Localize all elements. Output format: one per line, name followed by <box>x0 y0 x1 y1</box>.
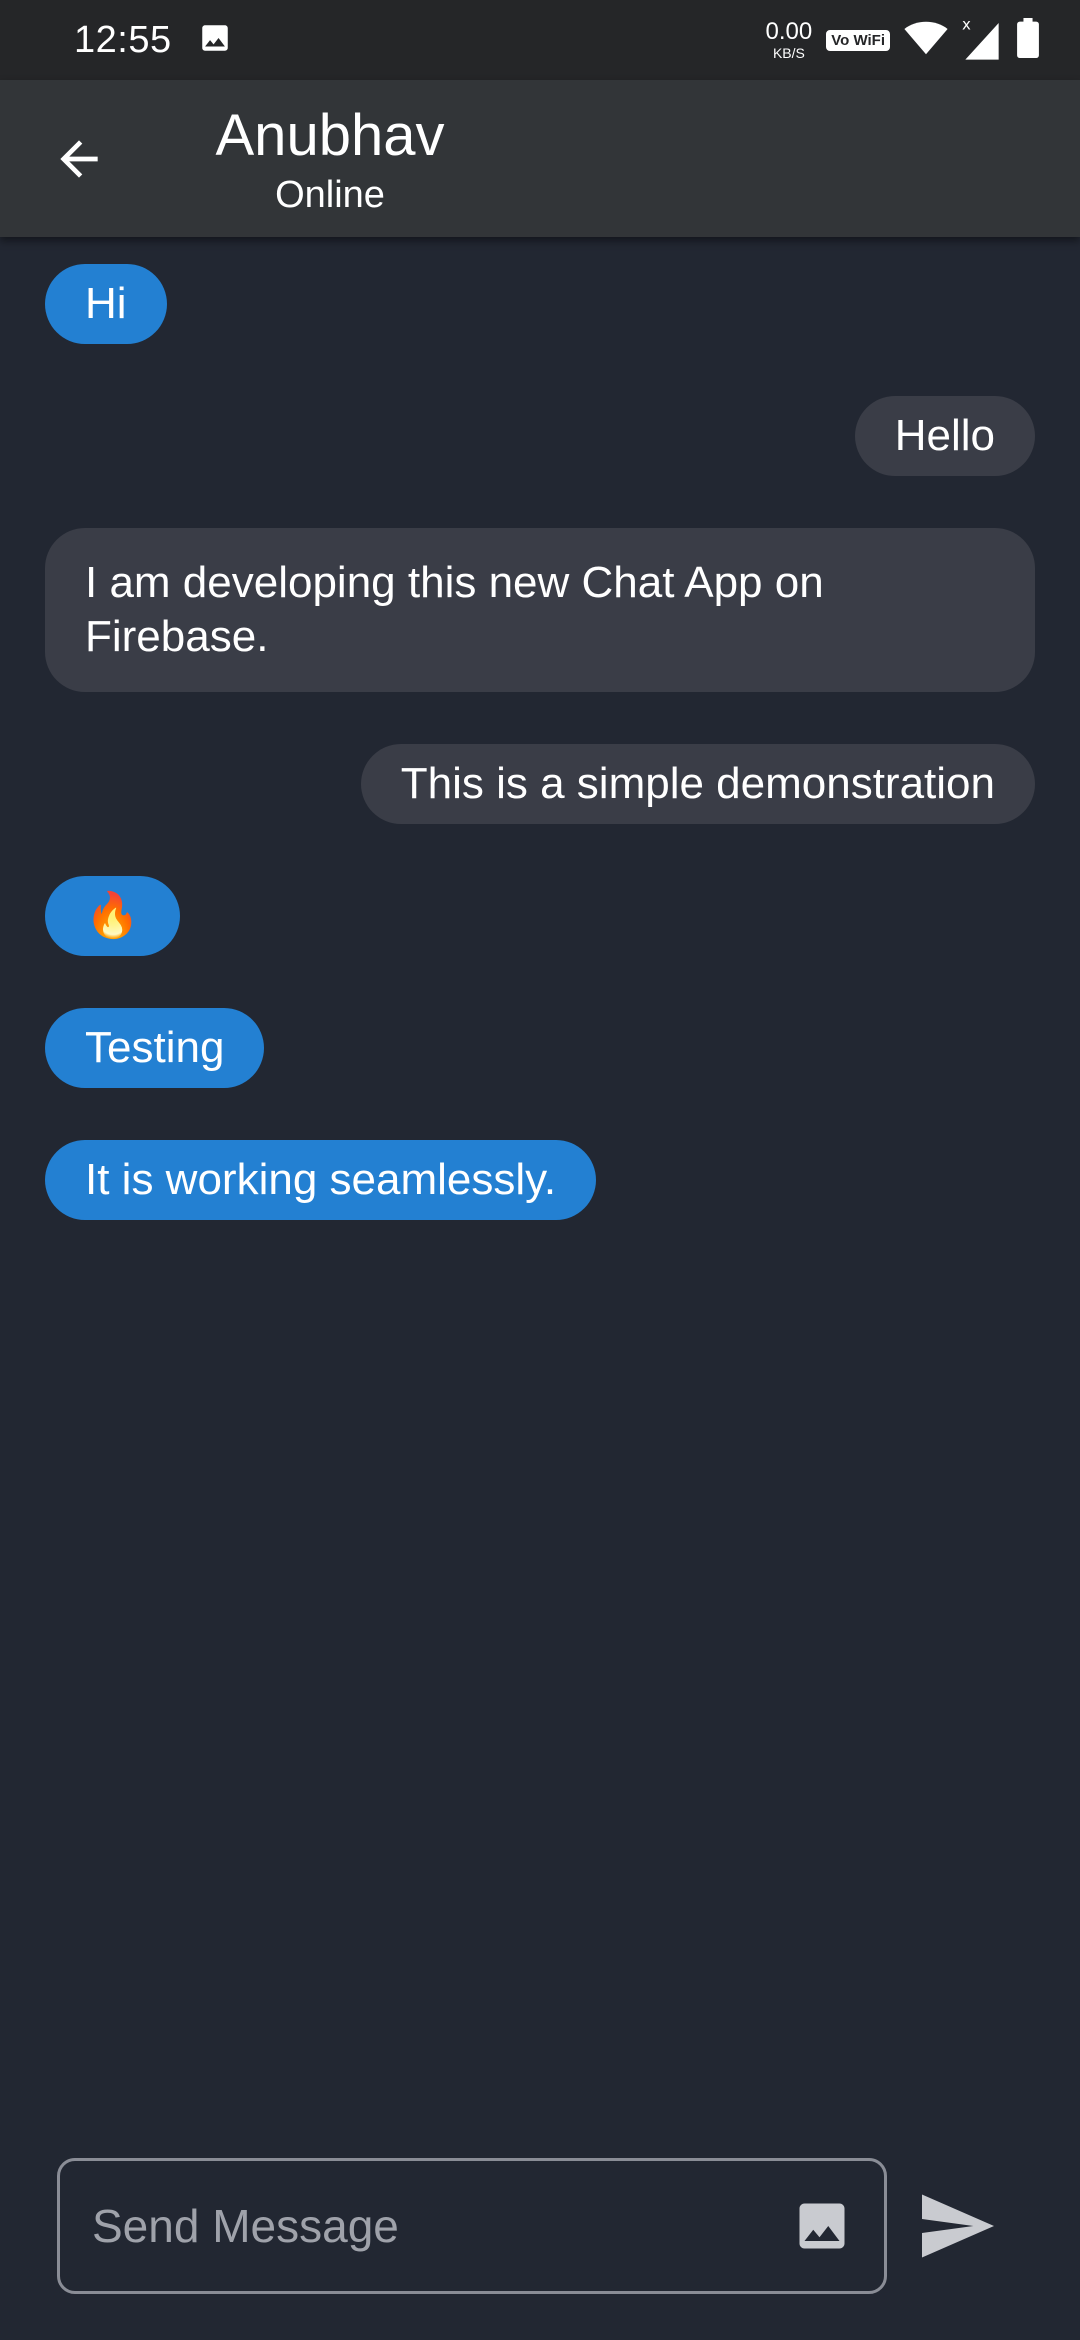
message-row: Hi <box>45 264 1035 344</box>
image-icon <box>799 2203 845 2249</box>
attach-image-button[interactable] <box>790 2194 854 2258</box>
message-bubble[interactable]: Hi <box>45 264 167 344</box>
arrow-left-icon <box>60 140 98 178</box>
contact-status: Online <box>275 174 385 216</box>
message-bubble[interactable]: Hello <box>854 396 1035 476</box>
message-input[interactable] <box>92 2199 790 2253</box>
message-bubble[interactable]: This is a simple demonstration <box>360 744 1035 824</box>
message-composer <box>57 2158 887 2294</box>
contact-name: Anubhav <box>215 103 445 168</box>
vowifi-icon: Vo WiFi <box>826 29 890 51</box>
send-button[interactable] <box>918 2190 998 2262</box>
message-bubble[interactable]: Testing <box>45 1008 265 1088</box>
status-bar: 12:55 0.00 KB/S Vo WiFi x <box>0 0 1080 80</box>
message-row: This is a simple demonstration <box>45 744 1035 824</box>
image-notification-icon <box>198 21 232 60</box>
contact-info[interactable]: Anubhav Online <box>200 102 460 218</box>
message-bubble[interactable]: I am developing this new Chat App on Fir… <box>45 528 1035 692</box>
network-speed-value: 0.00 <box>765 18 813 45</box>
back-button[interactable] <box>44 124 114 194</box>
message-bubble[interactable]: It is working seamlessly. <box>45 1140 597 1220</box>
signal-icon: x <box>962 15 1002 65</box>
network-speed: 0.00 KB/S <box>765 18 813 61</box>
wifi-icon <box>904 20 948 61</box>
chat-header: Anubhav Online <box>0 80 1080 237</box>
message-list[interactable]: Hi Hello I am developing this new Chat A… <box>45 264 1035 1272</box>
network-speed-unit: KB/S <box>772 45 805 61</box>
battery-icon <box>1016 17 1040 63</box>
message-row: Hello <box>45 396 1035 476</box>
status-time: 12:55 <box>74 18 172 61</box>
message-row: 🔥 <box>45 876 1035 956</box>
message-bubble-emoji[interactable]: 🔥 <box>45 876 180 956</box>
message-row: I am developing this new Chat App on Fir… <box>45 528 1035 692</box>
send-icon <box>922 2194 994 2258</box>
message-row: Testing <box>45 1008 1035 1088</box>
message-row: It is working seamlessly. <box>45 1140 1035 1220</box>
svg-text:x: x <box>962 16 971 34</box>
